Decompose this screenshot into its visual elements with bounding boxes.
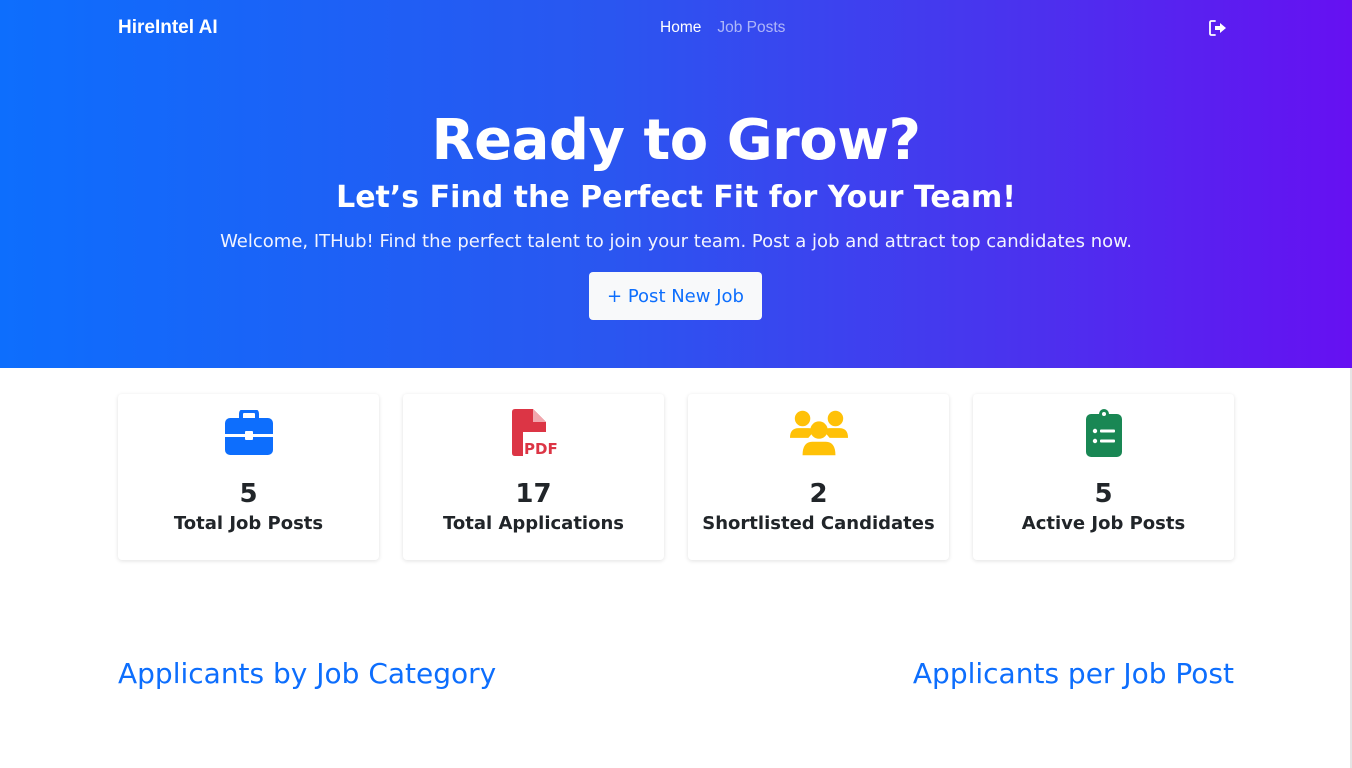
stat-label: Shortlisted Candidates [702, 513, 935, 534]
brand-logo[interactable]: HireIntel AI [118, 17, 218, 39]
svg-text:PDF: PDF [524, 440, 558, 458]
stat-card-total-applications: PDF 17 Total Applications [403, 394, 664, 560]
nav-link-home[interactable]: Home [660, 19, 701, 37]
briefcase-icon [219, 407, 279, 459]
nav-link-job-posts[interactable]: Job Posts [717, 19, 785, 37]
hero-subtitle: Let’s Find the Perfect Fit for Your Team… [336, 180, 1016, 215]
pdf-file-icon: PDF [504, 407, 564, 459]
stats-cards: 5 Total Job Posts PDF 17 Total Applicati… [118, 394, 1234, 560]
users-icon [789, 407, 849, 459]
section-title-applicants-by-category: Applicants by Job Category [118, 657, 497, 690]
stat-value: 17 [515, 479, 552, 509]
hero-welcome-text: Welcome, ITHub! Find the perfect talent … [220, 231, 1132, 252]
navbar: HireIntel AI Home Job Posts [0, 0, 1352, 58]
stat-value: 2 [809, 479, 828, 509]
post-new-job-button[interactable]: + Post New Job [589, 272, 762, 320]
section-title-applicants-per-job-post: Applicants per Job Post [912, 657, 1234, 690]
clipboard-list-icon [1074, 407, 1134, 459]
nav-links: Home Job Posts [660, 19, 785, 37]
stat-value: 5 [1094, 479, 1113, 509]
sign-out-icon[interactable] [1209, 20, 1227, 36]
stat-label: Total Job Posts [173, 513, 324, 534]
stat-label: Total Applications [443, 513, 624, 534]
stat-card-shortlisted-candidates: 2 Shortlisted Candidates [688, 394, 949, 560]
stat-card-active-job-posts: 5 Active Job Posts [973, 394, 1234, 560]
hero-banner: HireIntel AI Home Job Posts Ready to Gro… [0, 0, 1352, 368]
hero-title: Ready to Grow? [431, 108, 922, 173]
stat-card-total-job-posts: 5 Total Job Posts [118, 394, 379, 560]
stat-label: Active Job Posts [1021, 513, 1186, 534]
stat-value: 5 [239, 479, 258, 509]
